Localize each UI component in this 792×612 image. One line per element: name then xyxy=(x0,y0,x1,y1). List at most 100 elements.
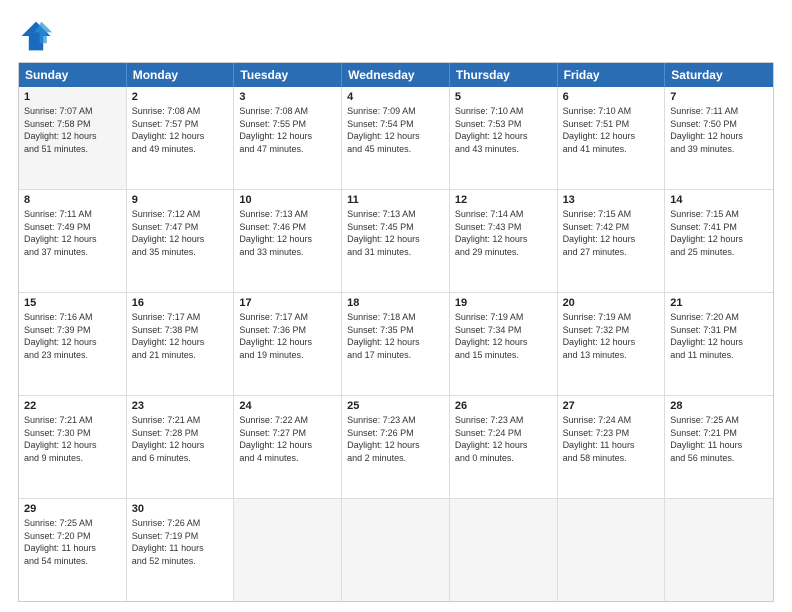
cell-info: Sunrise: 7:14 AM Sunset: 7:43 PM Dayligh… xyxy=(455,208,552,258)
day-number: 22 xyxy=(24,400,121,412)
day-number: 25 xyxy=(347,400,444,412)
cal-cell: 4Sunrise: 7:09 AM Sunset: 7:54 PM Daylig… xyxy=(342,87,450,189)
logo-icon xyxy=(18,18,54,54)
cell-info: Sunrise: 7:21 AM Sunset: 7:28 PM Dayligh… xyxy=(132,414,229,464)
day-number: 7 xyxy=(670,91,768,103)
cell-info: Sunrise: 7:23 AM Sunset: 7:24 PM Dayligh… xyxy=(455,414,552,464)
cal-cell: 7 Sunrise: 7:11 AM Sunset: 7:50 PM Daylig… xyxy=(665,87,773,189)
cal-cell: 26 Sunrise: 7:23 AM Sunset: 7:24 PM Dayli… xyxy=(450,396,558,498)
cal-cell: 6Sunrise: 7:10 AM Sunset: 7:51 PM Daylig… xyxy=(558,87,666,189)
calendar-header: SundayMondayTuesdayWednesdayThursdayFrid… xyxy=(19,63,773,87)
header-day-wednesday: Wednesday xyxy=(342,63,450,87)
cal-cell: 16 Sunrise: 7:17 AM Sunset: 7:38 PM Dayli… xyxy=(127,293,235,395)
cell-info: Sunrise: 7:15 AM Sunset: 7:42 PM Dayligh… xyxy=(563,208,660,258)
cal-cell: 3 Sunrise: 7:08 AM Sunset: 7:55 PM Daylig… xyxy=(234,87,342,189)
day-number: 29 xyxy=(24,503,121,515)
cal-cell: 28 Sunrise: 7:25 AM Sunset: 7:21 PM Dayli… xyxy=(665,396,773,498)
day-number: 21 xyxy=(670,297,768,309)
cell-info: Sunrise: 7:17 AM Sunset: 7:38 PM Dayligh… xyxy=(132,311,229,361)
cell-info: Sunrise: 7:25 AM Sunset: 7:21 PM Dayligh… xyxy=(670,414,768,464)
day-number: 9 xyxy=(132,194,229,206)
calendar-week-4: 29 Sunrise: 7:25 AM Sunset: 7:20 PM Dayli… xyxy=(19,499,773,601)
day-number: 13 xyxy=(563,194,660,206)
calendar-week-1: 8 Sunrise: 7:11 AM Sunset: 7:49 PM Daylig… xyxy=(19,190,773,293)
cal-cell: 19Sunrise: 7:19 AM Sunset: 7:34 PM Dayli… xyxy=(450,293,558,395)
cal-cell: 13 Sunrise: 7:15 AM Sunset: 7:42 PM Dayli… xyxy=(558,190,666,292)
day-number: 28 xyxy=(670,400,768,412)
day-number: 2 xyxy=(132,91,229,103)
cell-info: Sunrise: 7:11 AM Sunset: 7:50 PM Dayligh… xyxy=(670,105,768,155)
day-number: 11 xyxy=(347,194,444,206)
cal-cell xyxy=(558,499,666,601)
cell-info: Sunrise: 7:12 AM Sunset: 7:47 PM Dayligh… xyxy=(132,208,229,258)
day-number: 27 xyxy=(563,400,660,412)
day-number: 24 xyxy=(239,400,336,412)
cell-info: Sunrise: 7:08 AM Sunset: 7:57 PM Dayligh… xyxy=(132,105,229,155)
day-number: 26 xyxy=(455,400,552,412)
day-number: 23 xyxy=(132,400,229,412)
day-number: 16 xyxy=(132,297,229,309)
day-number: 14 xyxy=(670,194,768,206)
cal-cell: 9 Sunrise: 7:12 AM Sunset: 7:47 PM Daylig… xyxy=(127,190,235,292)
cell-info: Sunrise: 7:20 AM Sunset: 7:31 PM Dayligh… xyxy=(670,311,768,361)
cal-cell: 25 Sunrise: 7:23 AM Sunset: 7:26 PM Dayli… xyxy=(342,396,450,498)
cal-cell: 5 Sunrise: 7:10 AM Sunset: 7:53 PM Daylig… xyxy=(450,87,558,189)
cal-cell: 15 Sunrise: 7:16 AM Sunset: 7:39 PM Dayli… xyxy=(19,293,127,395)
day-number: 17 xyxy=(239,297,336,309)
cell-info: Sunrise: 7:08 AM Sunset: 7:55 PM Dayligh… xyxy=(239,105,336,155)
calendar-week-2: 15 Sunrise: 7:16 AM Sunset: 7:39 PM Dayli… xyxy=(19,293,773,396)
cal-cell: 1 Sunrise: 7:07 AM Sunset: 7:58 PM Daylig… xyxy=(19,87,127,189)
header-day-friday: Friday xyxy=(558,63,666,87)
cell-info: Sunrise: 7:23 AM Sunset: 7:26 PM Dayligh… xyxy=(347,414,444,464)
cal-cell: 20Sunrise: 7:19 AM Sunset: 7:32 PM Dayli… xyxy=(558,293,666,395)
header xyxy=(18,18,774,54)
cal-cell: 30 Sunrise: 7:26 AM Sunset: 7:19 PM Dayli… xyxy=(127,499,235,601)
header-day-thursday: Thursday xyxy=(450,63,558,87)
cal-cell: 22 Sunrise: 7:21 AM Sunset: 7:30 PM Dayli… xyxy=(19,396,127,498)
day-number: 3 xyxy=(239,91,336,103)
day-number: 15 xyxy=(24,297,121,309)
cal-cell: 8 Sunrise: 7:11 AM Sunset: 7:49 PM Daylig… xyxy=(19,190,127,292)
cal-cell: 18Sunrise: 7:18 AM Sunset: 7:35 PM Dayli… xyxy=(342,293,450,395)
cell-info: Sunrise: 7:25 AM Sunset: 7:20 PM Dayligh… xyxy=(24,517,121,567)
day-number: 18 xyxy=(347,297,444,309)
cal-cell: 17Sunrise: 7:17 AM Sunset: 7:36 PM Dayli… xyxy=(234,293,342,395)
calendar-body: 1 Sunrise: 7:07 AM Sunset: 7:58 PM Daylig… xyxy=(19,87,773,601)
day-number: 12 xyxy=(455,194,552,206)
day-number: 20 xyxy=(563,297,660,309)
logo xyxy=(18,18,60,54)
day-number: 5 xyxy=(455,91,552,103)
cell-info: Sunrise: 7:13 AM Sunset: 7:46 PM Dayligh… xyxy=(239,208,336,258)
cell-info: Sunrise: 7:10 AM Sunset: 7:53 PM Dayligh… xyxy=(455,105,552,155)
day-number: 1 xyxy=(24,91,121,103)
day-number: 30 xyxy=(132,503,229,515)
cell-info: Sunrise: 7:26 AM Sunset: 7:19 PM Dayligh… xyxy=(132,517,229,567)
cal-cell: 27 Sunrise: 7:24 AM Sunset: 7:23 PM Dayli… xyxy=(558,396,666,498)
cal-cell: 14 Sunrise: 7:15 AM Sunset: 7:41 PM Dayli… xyxy=(665,190,773,292)
header-day-saturday: Saturday xyxy=(665,63,773,87)
cell-info: Sunrise: 7:21 AM Sunset: 7:30 PM Dayligh… xyxy=(24,414,121,464)
cell-info: Sunrise: 7:22 AM Sunset: 7:27 PM Dayligh… xyxy=(239,414,336,464)
cal-cell xyxy=(665,499,773,601)
cell-info: Sunrise: 7:16 AM Sunset: 7:39 PM Dayligh… xyxy=(24,311,121,361)
cal-cell xyxy=(234,499,342,601)
cell-info: Sunrise: 7:11 AM Sunset: 7:49 PM Dayligh… xyxy=(24,208,121,258)
day-number: 8 xyxy=(24,194,121,206)
cell-info: Sunrise: 7:13 AM Sunset: 7:45 PM Dayligh… xyxy=(347,208,444,258)
cal-cell: 12 Sunrise: 7:14 AM Sunset: 7:43 PM Dayli… xyxy=(450,190,558,292)
header-day-monday: Monday xyxy=(127,63,235,87)
cell-info: Sunrise: 7:10 AM Sunset: 7:51 PM Dayligh… xyxy=(563,105,660,155)
cell-info: Sunrise: 7:24 AM Sunset: 7:23 PM Dayligh… xyxy=(563,414,660,464)
cal-cell: 23 Sunrise: 7:21 AM Sunset: 7:28 PM Dayli… xyxy=(127,396,235,498)
day-number: 4 xyxy=(347,91,444,103)
cal-cell: 21 Sunrise: 7:20 AM Sunset: 7:31 PM Dayli… xyxy=(665,293,773,395)
page: SundayMondayTuesdayWednesdayThursdayFrid… xyxy=(0,0,792,612)
cal-cell: 29 Sunrise: 7:25 AM Sunset: 7:20 PM Dayli… xyxy=(19,499,127,601)
cell-info: Sunrise: 7:19 AM Sunset: 7:34 PM Dayligh… xyxy=(455,311,552,361)
cal-cell: 24 Sunrise: 7:22 AM Sunset: 7:27 PM Dayli… xyxy=(234,396,342,498)
cell-info: Sunrise: 7:07 AM Sunset: 7:58 PM Dayligh… xyxy=(24,105,121,155)
cell-info: Sunrise: 7:15 AM Sunset: 7:41 PM Dayligh… xyxy=(670,208,768,258)
header-day-tuesday: Tuesday xyxy=(234,63,342,87)
header-day-sunday: Sunday xyxy=(19,63,127,87)
cal-cell xyxy=(450,499,558,601)
